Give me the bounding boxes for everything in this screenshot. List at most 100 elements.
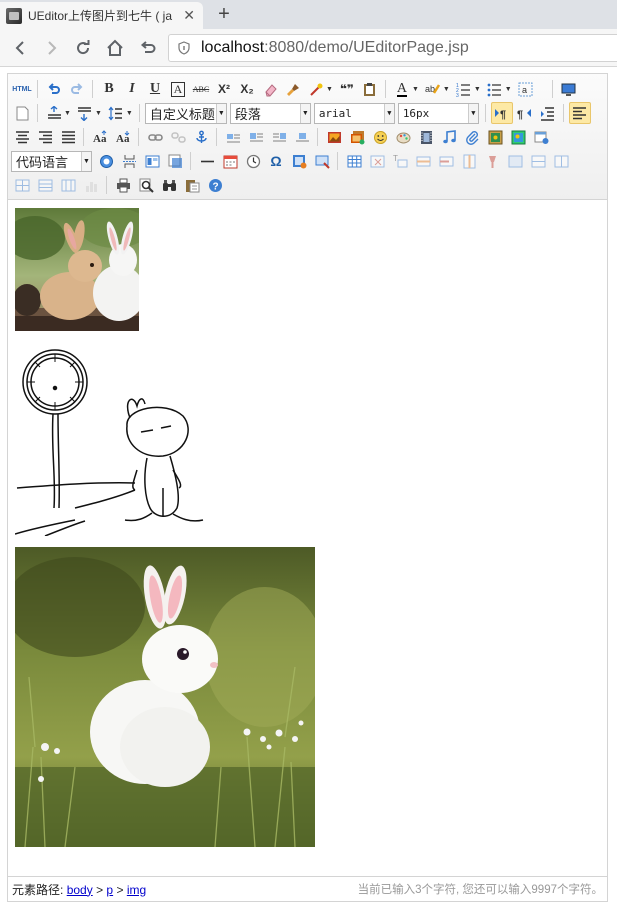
gmap-button[interactable] bbox=[507, 126, 529, 148]
anchor-button[interactable] bbox=[190, 126, 212, 148]
scrawl-button[interactable] bbox=[392, 126, 414, 148]
imagenone-button[interactable] bbox=[222, 126, 244, 148]
address-bar[interactable]: localhost:8080/demo/UEditorPage.jsp bbox=[168, 34, 617, 62]
insertframe-button[interactable] bbox=[530, 126, 552, 148]
insertorderedlist-button[interactable]: 123 bbox=[453, 78, 475, 100]
editor-content[interactable] bbox=[8, 201, 607, 875]
redo-button[interactable] bbox=[66, 78, 88, 100]
dropdown-arrow-icon[interactable]: ▼ bbox=[95, 110, 102, 117]
rabbits-photo[interactable] bbox=[15, 208, 139, 331]
time-button[interactable] bbox=[242, 150, 264, 172]
justifyright-button[interactable] bbox=[34, 126, 56, 148]
blockquote-button[interactable]: ❝❞ bbox=[336, 78, 358, 100]
rowspacingtop-button[interactable] bbox=[43, 102, 65, 124]
inserttable-button[interactable] bbox=[343, 150, 365, 172]
undo-button[interactable] bbox=[43, 78, 65, 100]
justifycenter-button[interactable] bbox=[11, 126, 33, 148]
lineheight-button[interactable] bbox=[105, 102, 127, 124]
webapp-button[interactable] bbox=[95, 150, 117, 172]
simpleupload-button[interactable] bbox=[323, 126, 345, 148]
unlink-button[interactable] bbox=[167, 126, 189, 148]
imageright-button[interactable] bbox=[268, 126, 290, 148]
insertimage-button[interactable] bbox=[346, 126, 368, 148]
attachment-button[interactable] bbox=[461, 126, 483, 148]
back-button[interactable] bbox=[8, 35, 34, 61]
indent-button[interactable] bbox=[537, 102, 559, 124]
forecolor-button[interactable]: A bbox=[391, 78, 413, 100]
browser-tab[interactable]: UEditor上传图片到七牛 ( ja ✕ bbox=[0, 2, 203, 29]
bold-button[interactable]: B bbox=[98, 78, 120, 100]
spechars-button[interactable]: Ω bbox=[265, 150, 287, 172]
pasteplain-button[interactable] bbox=[359, 78, 381, 100]
tab-close-icon[interactable]: ✕ bbox=[183, 7, 195, 24]
background-button[interactable] bbox=[164, 150, 186, 172]
insertvideo-button[interactable] bbox=[415, 126, 437, 148]
splittocells-button[interactable] bbox=[11, 174, 33, 196]
deleterow-button[interactable] bbox=[435, 150, 457, 172]
subscript-button[interactable]: X₂ bbox=[236, 78, 258, 100]
rowspacingbottom-button[interactable] bbox=[74, 102, 96, 124]
path-link-p[interactable]: p bbox=[106, 883, 113, 897]
fullscreen-button[interactable] bbox=[558, 78, 580, 100]
paragraph-select[interactable]: 段落 ▼ bbox=[229, 102, 311, 124]
backcolor-button[interactable]: ab bbox=[422, 78, 444, 100]
splittocols-button[interactable] bbox=[57, 174, 79, 196]
wordimage-button[interactable] bbox=[288, 150, 310, 172]
italic-button[interactable]: I bbox=[121, 78, 143, 100]
mergeright-button[interactable] bbox=[527, 150, 549, 172]
deletetable-button[interactable] bbox=[366, 150, 388, 172]
mergedown-button[interactable] bbox=[550, 150, 572, 172]
map-button[interactable] bbox=[484, 126, 506, 148]
fontsize-select[interactable]: 16px ▼ bbox=[397, 102, 479, 124]
imageleft-button[interactable] bbox=[245, 126, 267, 148]
deletecol-button[interactable] bbox=[481, 150, 503, 172]
justifyleft-button[interactable] bbox=[568, 102, 591, 124]
reload-button[interactable] bbox=[70, 35, 96, 61]
pagebreak-button[interactable] bbox=[118, 150, 140, 172]
strikethrough-button[interactable]: ABC bbox=[190, 78, 212, 100]
path-link-body[interactable]: body bbox=[67, 883, 93, 897]
new-tab-button[interactable]: + bbox=[214, 3, 234, 26]
help-button[interactable]: ? bbox=[204, 174, 226, 196]
undo-close-button[interactable] bbox=[134, 35, 160, 61]
link-button[interactable] bbox=[144, 126, 166, 148]
removeformat-button[interactable] bbox=[259, 78, 281, 100]
superscript-button[interactable]: X² bbox=[213, 78, 235, 100]
preview-button[interactable] bbox=[135, 174, 157, 196]
dropdown-arrow-icon[interactable]: ▼ bbox=[326, 86, 333, 93]
snapscreen-button[interactable] bbox=[311, 150, 333, 172]
splittorows-button[interactable] bbox=[34, 174, 56, 196]
source-button[interactable]: HTML bbox=[11, 78, 33, 100]
cartoon-rabbit-clock-drawing[interactable] bbox=[15, 338, 215, 536]
imagecenter-button[interactable] bbox=[291, 126, 313, 148]
underline-button[interactable]: U bbox=[144, 78, 166, 100]
directionality-rtl-button[interactable]: ¶ bbox=[514, 102, 536, 124]
dropdown-arrow-icon[interactable]: ▼ bbox=[412, 86, 419, 93]
horizontal-button[interactable] bbox=[196, 150, 218, 172]
charts-button[interactable] bbox=[80, 174, 102, 196]
selectall-button[interactable]: a bbox=[515, 78, 537, 100]
justifyjustify-button[interactable] bbox=[57, 126, 79, 148]
white-rabbit-grass-photo[interactable] bbox=[15, 547, 315, 847]
customstyle-select[interactable]: 自定义标题 ▼ bbox=[144, 102, 227, 124]
insertcol-button[interactable] bbox=[458, 150, 480, 172]
date-button[interactable] bbox=[219, 150, 241, 172]
dropdown-arrow-icon[interactable]: ▼ bbox=[64, 110, 71, 117]
searchreplace-button[interactable] bbox=[158, 174, 180, 196]
print-button[interactable] bbox=[112, 174, 134, 196]
dropdown-arrow-icon[interactable]: ▼ bbox=[505, 86, 512, 93]
code-language-select[interactable]: 代码语言 ▼ bbox=[11, 150, 92, 172]
path-link-img[interactable]: img bbox=[127, 883, 146, 897]
home-button[interactable] bbox=[102, 35, 128, 61]
emotion-button[interactable] bbox=[369, 126, 391, 148]
touppercase-button[interactable]: Aa bbox=[89, 126, 111, 148]
insertrow-button[interactable] bbox=[412, 150, 434, 172]
dropdown-arrow-icon[interactable]: ▼ bbox=[443, 86, 450, 93]
cleardoc-button[interactable] bbox=[11, 102, 33, 124]
template-button[interactable] bbox=[141, 150, 163, 172]
forward-button[interactable] bbox=[38, 35, 64, 61]
fontfamily-select[interactable]: arial ▼ bbox=[313, 102, 395, 124]
fontborder-button[interactable]: A bbox=[167, 78, 189, 100]
autotypeset-button[interactable] bbox=[305, 78, 327, 100]
directionality-ltr-button[interactable]: ¶ bbox=[490, 102, 513, 124]
